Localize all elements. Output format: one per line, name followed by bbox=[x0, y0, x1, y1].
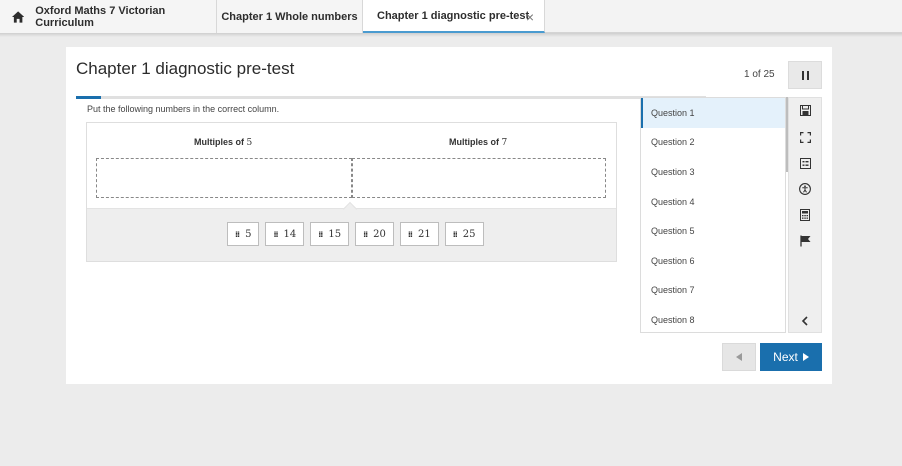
chip-value: 14 bbox=[283, 228, 297, 240]
chevron-left-icon[interactable] bbox=[798, 314, 812, 328]
progress-fill bbox=[76, 96, 102, 99]
drag-handle-icon: ⁞⁞ bbox=[363, 229, 368, 239]
save-icon[interactable] bbox=[798, 103, 812, 117]
tray-notch bbox=[342, 201, 358, 217]
drag-handle-icon: ⁞⁞ bbox=[318, 229, 323, 239]
pause-icon-bar bbox=[806, 70, 809, 80]
drag-handle-icon: ⁞⁞ bbox=[273, 229, 278, 239]
question-list-item[interactable]: Question 7 bbox=[641, 276, 785, 306]
drag-handle-icon: ⁞⁞ bbox=[235, 229, 240, 239]
draggable-chip[interactable]: ⁞⁞ 21 bbox=[399, 222, 439, 246]
question-instruction: Put the following numbers in the correct… bbox=[87, 104, 280, 114]
tab-bar: Oxford Maths 7 Victorian Curriculum Chap… bbox=[0, 0, 902, 33]
fullscreen-icon[interactable] bbox=[798, 130, 812, 144]
progress-bar bbox=[76, 96, 706, 99]
flag-icon[interactable] bbox=[798, 234, 812, 248]
column-header-multiples-of-7: Multiples of 7 bbox=[449, 137, 507, 148]
home-icon bbox=[12, 10, 25, 23]
question-counter: 1 of 25 bbox=[744, 69, 775, 80]
drag-handle-icon: ⁞⁞ bbox=[452, 229, 458, 239]
question-list-item[interactable]: Question 1 bbox=[641, 98, 785, 128]
question-list-item[interactable]: Question 2 bbox=[641, 128, 785, 158]
chip-value: 21 bbox=[417, 228, 431, 240]
chip-list: ⁞⁞ 5 ⁞⁞ 14 ⁞⁞ 15 ⁞⁞ 20 ⁞⁞ 21 ⁞⁞ 25 bbox=[227, 222, 484, 246]
page-title: Chapter 1 diagnostic pre-test bbox=[76, 59, 295, 78]
draggable-chip[interactable]: ⁞⁞ 20 bbox=[355, 222, 394, 246]
draggable-chip[interactable]: ⁞⁞ 15 bbox=[310, 222, 350, 246]
chip-value: 5 bbox=[245, 228, 252, 240]
column-header-number: 5 bbox=[246, 138, 253, 148]
dropzone-multiples-of-7[interactable] bbox=[352, 158, 606, 198]
question-list-item[interactable]: Question 3 bbox=[641, 157, 785, 187]
dropzone-multiples-of-5[interactable] bbox=[96, 158, 352, 198]
close-icon[interactable]: × bbox=[526, 9, 534, 25]
tab-chapter-label: Chapter 1 Whole numbers bbox=[221, 10, 358, 23]
pause-button[interactable] bbox=[788, 61, 822, 89]
next-button[interactable]: Next bbox=[760, 343, 822, 371]
triangle-right-icon bbox=[802, 353, 809, 361]
question-list-item[interactable]: Question 6 bbox=[641, 246, 785, 276]
question-list-item[interactable]: Question 4 bbox=[641, 187, 785, 217]
draggable-chip[interactable]: ⁞⁞ 5 bbox=[227, 222, 260, 246]
tab-active[interactable]: Chapter 1 diagnostic pre-test × bbox=[363, 0, 545, 33]
column-header-label: Multiples of bbox=[449, 137, 502, 147]
question-list: Question 1 Question 2 Question 3 Questio… bbox=[640, 97, 786, 333]
calculator-icon[interactable] bbox=[798, 208, 812, 222]
column-header-label: Multiples of bbox=[194, 137, 247, 147]
tools-toolbar bbox=[788, 97, 822, 333]
draggable-chip[interactable]: ⁞⁞ 14 bbox=[265, 222, 305, 246]
triangle-left-icon bbox=[736, 353, 742, 361]
test-card: Chapter 1 diagnostic pre-test 1 of 25 Pu… bbox=[66, 47, 832, 384]
review-list-icon[interactable] bbox=[798, 156, 812, 170]
tab-bar-shadow bbox=[0, 33, 902, 37]
question-list-item[interactable]: Question 8 bbox=[641, 305, 785, 332]
question-list-item[interactable]: Question 5 bbox=[641, 216, 785, 246]
chip-value: 25 bbox=[462, 228, 476, 240]
previous-button[interactable] bbox=[722, 343, 756, 371]
chip-value: 20 bbox=[373, 228, 386, 240]
next-button-label: Next bbox=[773, 350, 798, 364]
drag-handle-icon: ⁞⁞ bbox=[407, 229, 413, 239]
drag-drop-area: Multiples of 5 Multiples of 7 ⁞⁞ 5 ⁞⁞ 14 ⁞… bbox=[86, 122, 617, 262]
tab-chapter[interactable]: Chapter 1 Whole numbers bbox=[217, 0, 363, 33]
chip-tray: ⁞⁞ 5 ⁞⁞ 14 ⁞⁞ 15 ⁞⁞ 20 ⁞⁞ 21 ⁞⁞ 25 bbox=[87, 201, 616, 261]
draggable-chip[interactable]: ⁞⁞ 25 bbox=[444, 222, 484, 246]
pause-icon-bar bbox=[801, 70, 804, 80]
column-header-number: 7 bbox=[501, 138, 508, 148]
accessibility-icon[interactable] bbox=[798, 182, 812, 196]
tab-home[interactable]: Oxford Maths 7 Victorian Curriculum bbox=[0, 0, 217, 33]
tab-active-label: Chapter 1 diagnostic pre-test bbox=[377, 9, 530, 22]
column-header-multiples-of-5: Multiples of 5 bbox=[194, 137, 252, 148]
chip-value: 15 bbox=[328, 228, 342, 240]
tab-home-label: Oxford Maths 7 Victorian Curriculum bbox=[35, 4, 166, 29]
